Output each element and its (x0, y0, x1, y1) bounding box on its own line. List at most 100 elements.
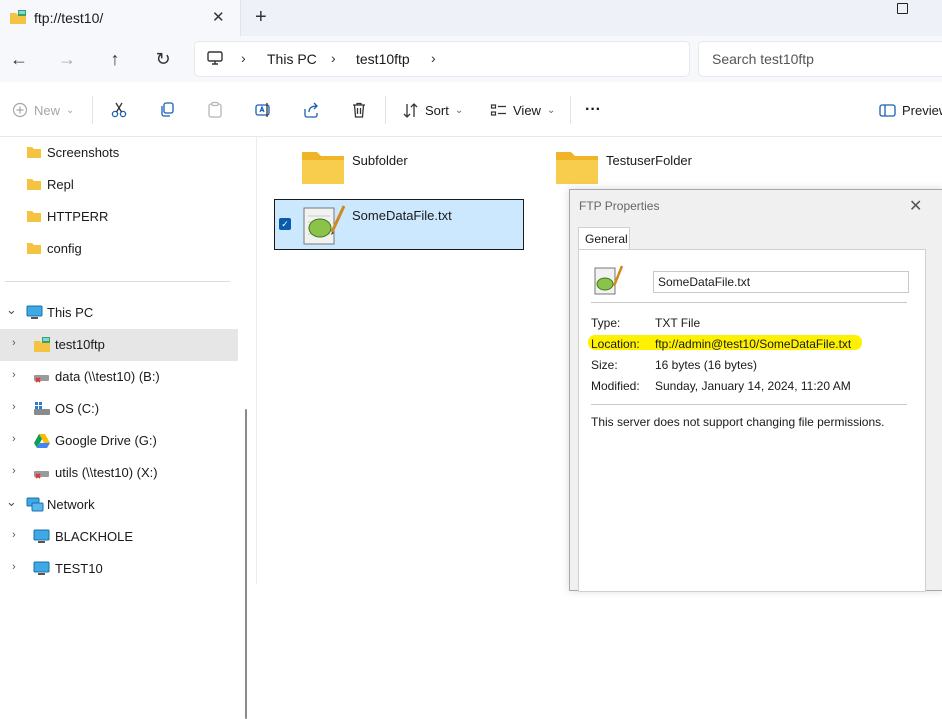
sidebar-item-repl[interactable]: Repl (0, 169, 238, 201)
chevron-down-icon[interactable]: ⌄ (6, 302, 17, 318)
folder-icon (26, 177, 42, 194)
tab-label: General (585, 232, 628, 246)
sidebar-item-label: utils (\\test10) (X:) (55, 465, 158, 480)
sidebar-item-test10ftp[interactable]: › test10ftp (0, 329, 238, 361)
sort-button[interactable]: Sort ⌄ (402, 100, 463, 120)
preview-pane-icon (879, 103, 896, 117)
sidebar-item-label: HTTPERR (47, 209, 109, 224)
sidebar-item-label: Network (47, 497, 95, 512)
folder-testuserfolder[interactable]: TestuserFolder (555, 149, 755, 189)
breadcrumb-separator[interactable]: › (431, 50, 436, 66)
sidebar-item-google-drive[interactable]: › Google Drive (G:) (0, 425, 238, 457)
size-value: 16 bytes (16 bytes) (655, 358, 758, 372)
windows-drive-icon (33, 401, 51, 420)
file-somedatafile[interactable]: ✓ SomeDataFile.txt (274, 199, 524, 250)
google-drive-icon (33, 433, 51, 452)
cut-button[interactable] (110, 100, 128, 120)
sidebar-item-network[interactable]: ⌄ Network (0, 489, 238, 521)
chevron-right-icon[interactable]: › (12, 529, 16, 541)
divider (570, 96, 571, 124)
ftp-properties-dialog: FTP Properties ✕ General SomeDataFile.tx… (569, 189, 942, 592)
chevron-right-icon[interactable]: › (12, 561, 16, 573)
divider (591, 404, 907, 405)
clipboard-icon (208, 101, 222, 118)
chevron-down-icon: ⌄ (454, 104, 464, 116)
maximize-icon[interactable] (897, 3, 908, 14)
plus-circle-icon (12, 102, 28, 118)
sidebar-item-os-drive[interactable]: › OS (C:) (0, 393, 238, 425)
sidebar-item-data-drive[interactable]: › data (\\test10) (B:) (0, 361, 238, 393)
breadcrumb-test10ftp[interactable]: test10ftp (356, 51, 410, 67)
back-button[interactable]: ← (8, 48, 30, 70)
location-value: ftp://admin@test10/SomeDataFile.txt (655, 337, 852, 351)
general-panel: SomeDataFile.txt Type: TXT File Location… (578, 249, 926, 592)
divider (92, 96, 93, 124)
close-icon[interactable]: ✕ (909, 196, 922, 216)
folder-icon (555, 149, 599, 188)
view-button[interactable]: View ⌄ (490, 100, 555, 120)
view-label: View (513, 102, 541, 118)
new-label: New (34, 102, 61, 118)
share-icon (304, 102, 318, 118)
sidebar-item-blackhole[interactable]: › BLACKHOLE (0, 521, 238, 553)
more-options-button[interactable]: ··· (585, 100, 601, 120)
chevron-right-icon[interactable]: › (12, 337, 16, 349)
divider (591, 302, 907, 303)
sidebar-item-utils-drive[interactable]: › utils (\\test10) (X:) (0, 457, 238, 489)
more-icon: ··· (585, 101, 601, 118)
tab-title: ftp://test10/ (34, 10, 104, 26)
new-tab-button[interactable]: + (255, 6, 267, 29)
sidebar-item-screenshots[interactable]: Screenshots (0, 137, 238, 169)
modified-label: Modified: (591, 379, 640, 393)
chevron-right-icon[interactable]: › (12, 433, 16, 445)
chevron-down-icon: ⌄ (66, 104, 75, 116)
tab-close-icon[interactable]: ✕ (212, 8, 225, 26)
modified-value: Sunday, January 14, 2024, 11:20 AM (655, 379, 851, 393)
tab-general[interactable]: General (578, 227, 630, 250)
divider (385, 96, 386, 124)
sort-icon (403, 102, 418, 118)
rename-icon (255, 103, 270, 117)
file-name-field[interactable]: SomeDataFile.txt (653, 271, 909, 293)
sidebar-item-this-pc[interactable]: ⌄ This PC (0, 297, 238, 329)
sidebar-item-label: data (\\test10) (B:) (55, 369, 160, 384)
scrollbar[interactable] (245, 409, 247, 719)
navigation-pane: Screenshots Repl HTTPERR config ⌄ This P… (0, 137, 247, 719)
folder-icon (301, 149, 345, 188)
selection-checkbox[interactable]: ✓ (279, 218, 291, 230)
delete-button[interactable] (350, 100, 368, 120)
paste-button[interactable] (206, 100, 224, 120)
sidebar-item-label: Screenshots (47, 145, 120, 160)
file-name: SomeDataFile.txt (352, 208, 452, 223)
preview-label: Preview (902, 102, 942, 118)
breadcrumb-this-pc[interactable]: This PC (267, 51, 317, 67)
sidebar-item-httperr[interactable]: HTTPERR (0, 201, 238, 233)
type-value: TXT File (655, 316, 701, 330)
computer-icon (33, 529, 50, 547)
chevron-right-icon[interactable]: › (12, 465, 16, 477)
sidebar-item-label: Repl (47, 177, 74, 192)
refresh-button[interactable]: ↻ (152, 48, 174, 70)
chevron-right-icon[interactable]: › (12, 401, 16, 413)
up-button[interactable]: ↑ (104, 48, 126, 70)
share-button[interactable] (302, 100, 320, 120)
forward-button[interactable]: → (56, 48, 78, 70)
chevron-down-icon[interactable]: ⌄ (6, 494, 17, 510)
copy-button[interactable] (158, 100, 176, 120)
tab-ftp-test10[interactable]: ftp://test10/ ✕ (0, 0, 241, 36)
computer-icon (33, 561, 50, 579)
new-button[interactable]: New ⌄ (12, 100, 74, 120)
title-bar: ftp://test10/ ✕ + (0, 0, 942, 36)
preview-pane-button[interactable]: Preview (879, 100, 942, 120)
search-input[interactable]: Search test10ftp (712, 51, 814, 67)
monitor-icon (207, 51, 223, 69)
search-box[interactable]: Search test10ftp (698, 41, 942, 77)
sidebar-item-config[interactable]: config (0, 233, 238, 265)
address-bar[interactable]: › This PC › test10ftp › (194, 41, 690, 77)
sidebar-item-test10[interactable]: › TEST10 (0, 553, 238, 585)
folder-subfolder[interactable]: Subfolder (301, 149, 501, 189)
rename-button[interactable] (254, 100, 272, 120)
notepad-plus-plus-icon (300, 202, 346, 251)
chevron-right-icon[interactable]: › (12, 369, 16, 381)
ftp-folder-icon (9, 9, 27, 30)
